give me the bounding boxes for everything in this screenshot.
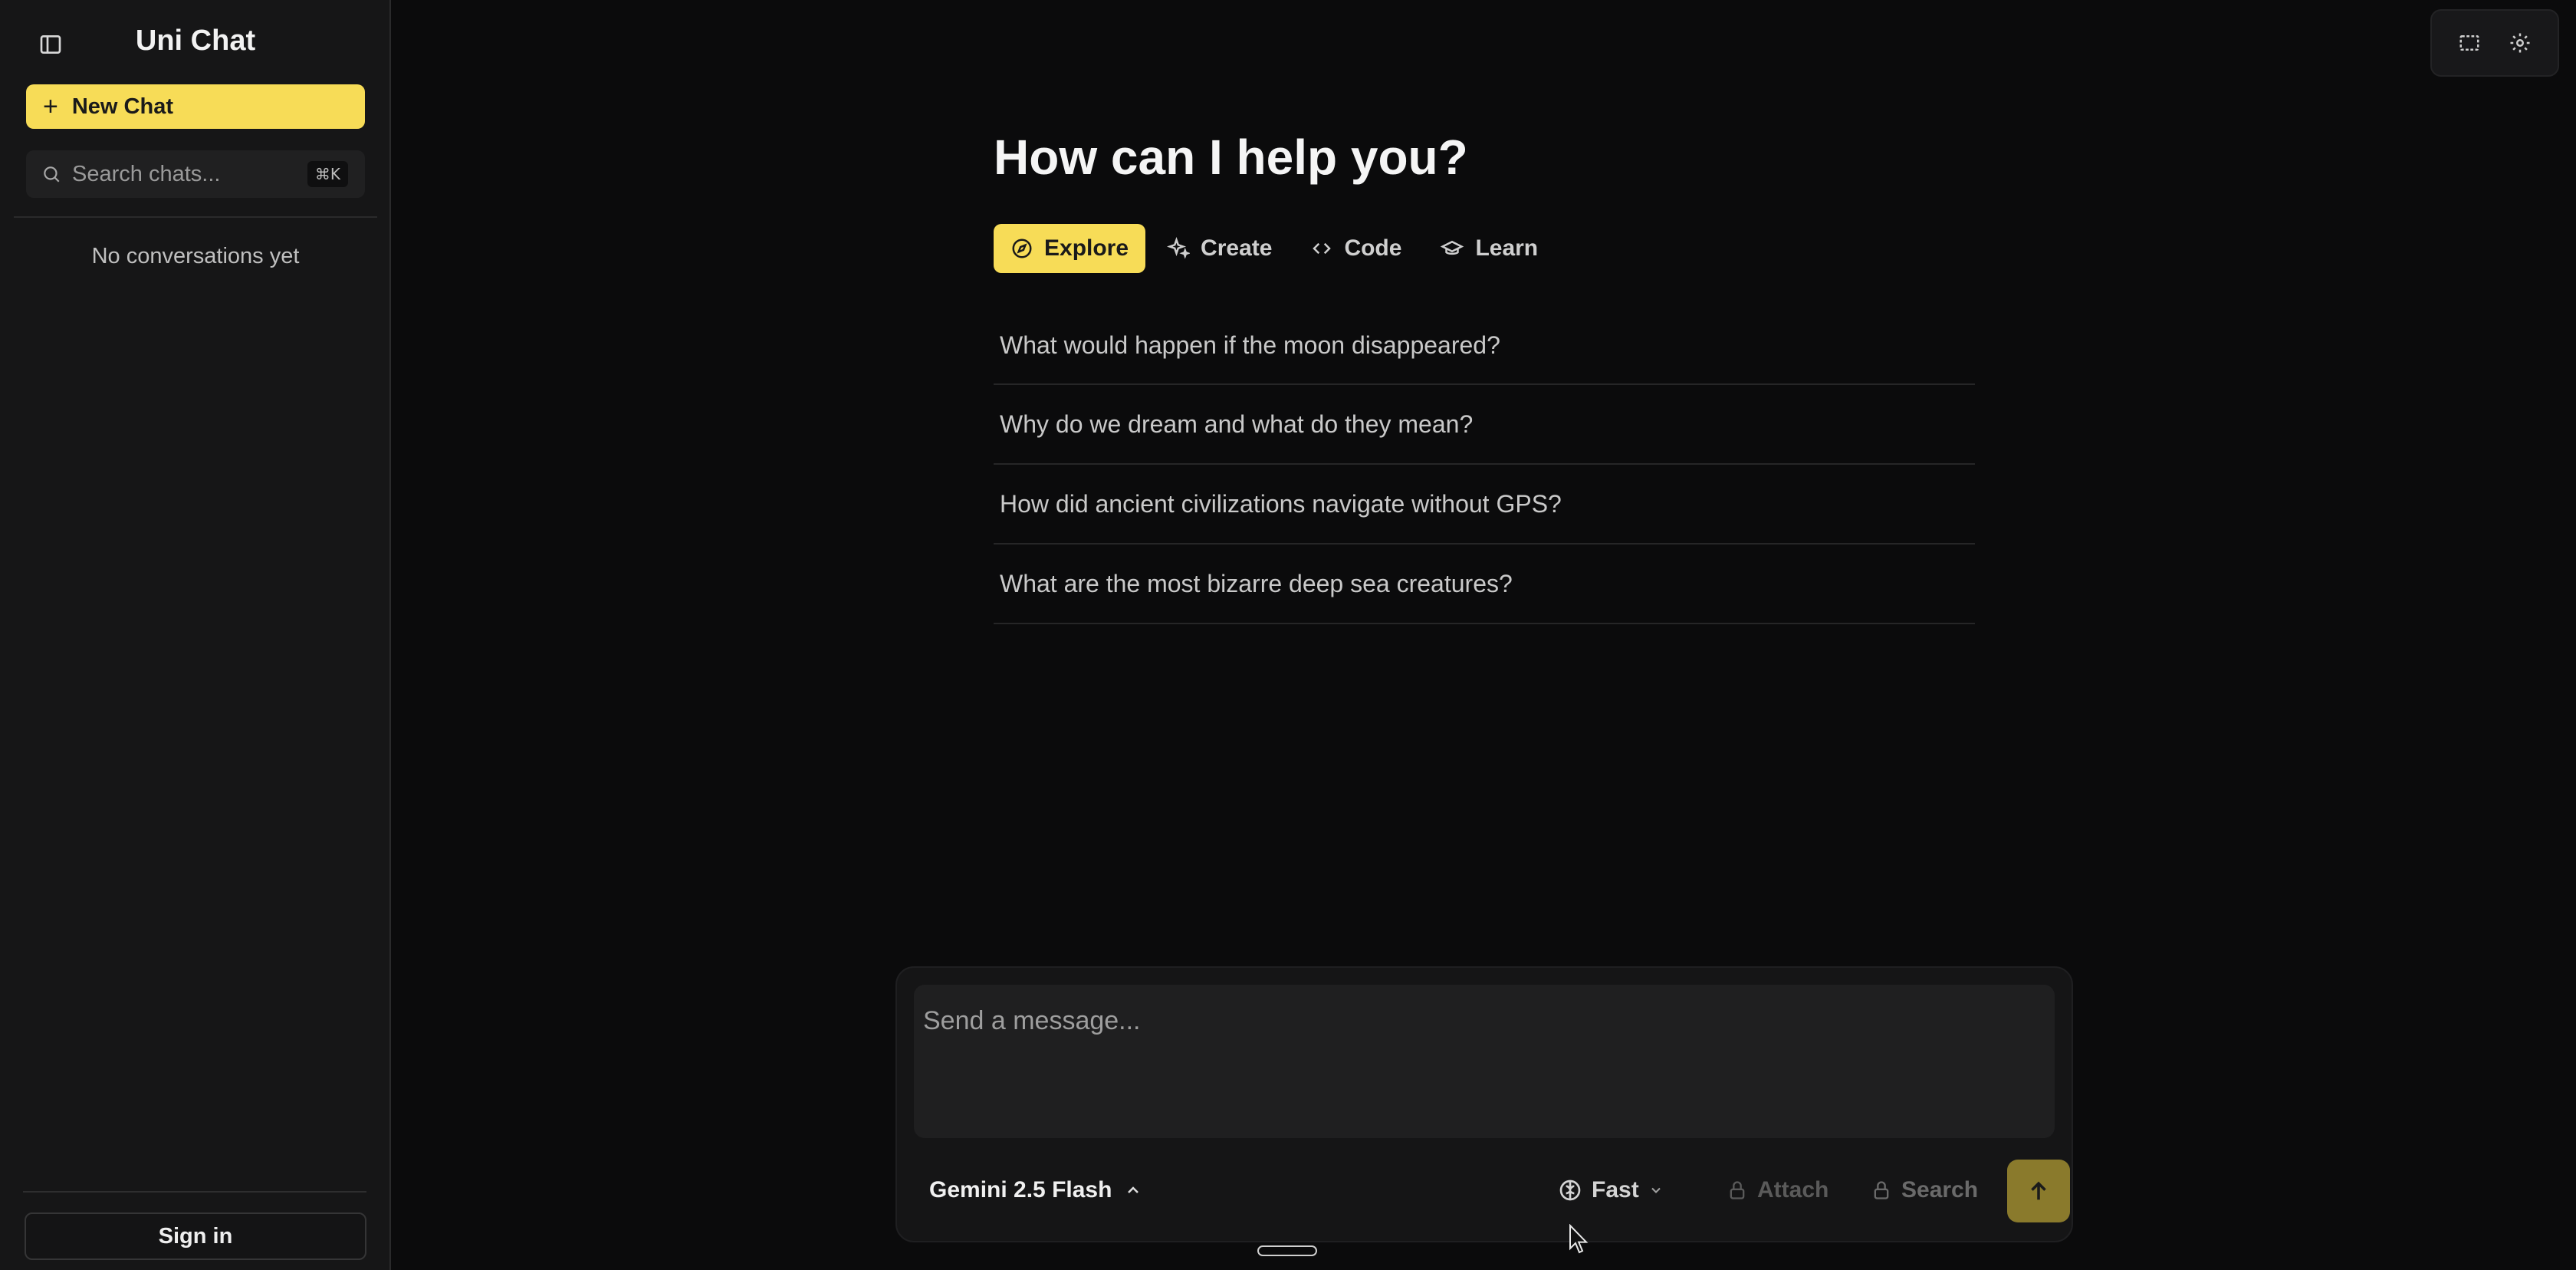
search-chats-input[interactable]: Search chats... ⌘K — [26, 150, 365, 198]
suggestion-item[interactable]: Why do we dream and what do they mean? — [994, 385, 1975, 465]
category-tabs: Explore Create Code Learn — [994, 224, 1559, 273]
arrow-up-icon — [2031, 1181, 2046, 1200]
tab-create[interactable]: Create — [1150, 224, 1289, 273]
suggestion-item[interactable]: How did ancient civilizations navigate w… — [994, 465, 1975, 545]
new-chat-button[interactable]: + New Chat — [26, 84, 365, 129]
lock-icon — [1730, 1181, 1745, 1199]
sidebar-header: Uni Chat — [0, 18, 391, 67]
tab-label: Explore — [1044, 235, 1129, 261]
tab-label: Code — [1344, 235, 1402, 261]
settings-button[interactable] — [2503, 26, 2537, 60]
search-label: Search — [1901, 1177, 1979, 1203]
code-icon — [1313, 242, 1332, 255]
empty-conversations-text: No conversations yet — [91, 244, 300, 268]
graduation-cap-icon — [1441, 240, 1464, 255]
search-icon — [44, 166, 60, 183]
tab-code[interactable]: Code — [1293, 224, 1418, 273]
brain-icon — [1559, 1180, 1581, 1201]
model-label: Gemini 2.5 Flash — [929, 1177, 1112, 1203]
sparkles-icon — [1167, 237, 1191, 259]
suggestion-item[interactable]: What would happen if the moon disappeare… — [994, 307, 1975, 385]
message-input[interactable]: Send a message... — [914, 985, 2055, 1138]
search-shortcut-badge: ⌘K — [307, 161, 348, 187]
attach-label: Attach — [1757, 1177, 1829, 1203]
sidebar: Uni Chat + New Chat Search chats... ⌘K N… — [0, 0, 391, 1270]
tab-explore[interactable]: Explore — [994, 224, 1146, 273]
message-composer: Send a message... Gemini 2.5 Flash Fast … — [895, 966, 2073, 1242]
send-button[interactable] — [2007, 1160, 2070, 1222]
plus-icon: + — [43, 92, 58, 121]
chevron-down-icon — [1651, 1187, 1661, 1193]
web-search-button[interactable]: Search — [1871, 1160, 1978, 1221]
sidebar-bottom-divider — [23, 1191, 366, 1193]
resize-handle[interactable] — [1257, 1245, 1317, 1256]
chevron-up-icon — [1128, 1186, 1139, 1193]
tab-label: Learn — [1475, 235, 1539, 261]
mode-label: Fast — [1592, 1177, 1639, 1203]
composer-toolbar: Gemini 2.5 Flash Fast Attach Search — [914, 1160, 2070, 1222]
app-title: Uni Chat — [135, 25, 256, 57]
suggestion-list: What would happen if the moon disappeare… — [994, 307, 1975, 624]
compass-icon — [1012, 239, 1032, 258]
top-right-toolbar — [2430, 9, 2559, 77]
reasoning-mode-button[interactable]: Fast — [1558, 1160, 1673, 1221]
model-selector-button[interactable]: Gemini 2.5 Flash — [929, 1160, 1142, 1221]
sidebar-divider — [14, 216, 377, 218]
dashed-selection-icon — [2459, 35, 2479, 51]
tab-label: Create — [1201, 235, 1273, 261]
suggestion-item[interactable]: What are the most bizarre deep sea creat… — [994, 545, 1975, 624]
sign-in-button[interactable]: Sign in — [25, 1212, 366, 1260]
search-placeholder: Search chats... — [72, 161, 221, 186]
attach-button[interactable]: Attach — [1727, 1160, 1829, 1221]
screenshot-select-button[interactable] — [2453, 26, 2486, 60]
mouse-cursor-icon — [1569, 1224, 1589, 1254]
tab-learn[interactable]: Learn — [1423, 224, 1555, 273]
gear-icon — [2510, 33, 2530, 53]
lock-icon — [1874, 1181, 1889, 1199]
page-title: How can I help you? — [994, 130, 1468, 185]
new-chat-label: New Chat — [71, 94, 173, 119]
